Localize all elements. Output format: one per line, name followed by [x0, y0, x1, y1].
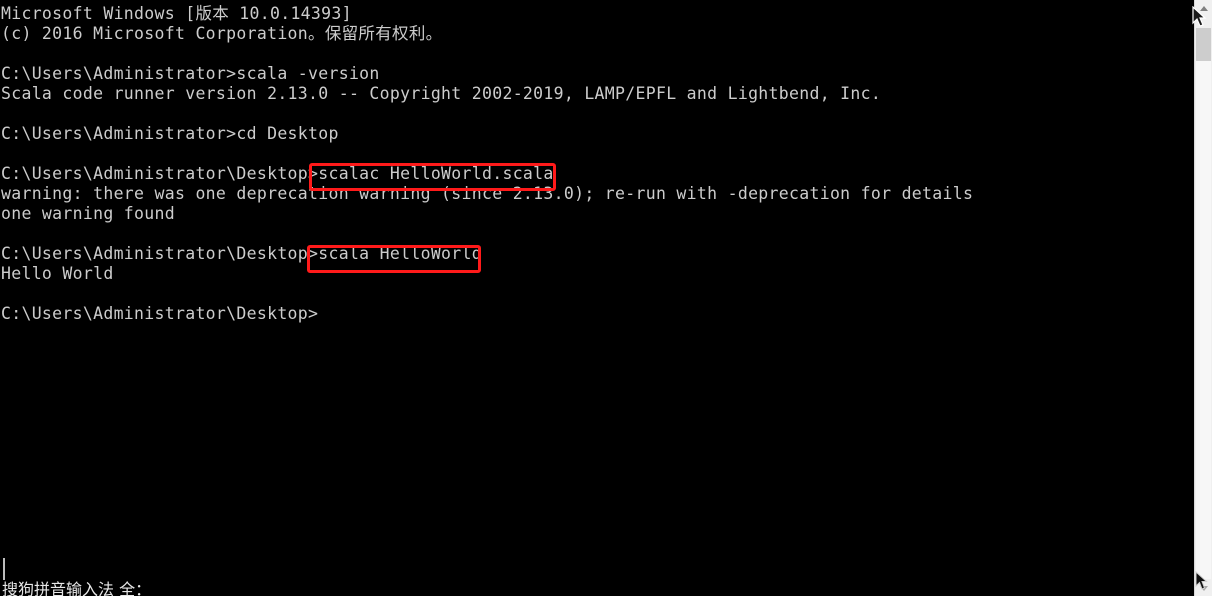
console-line: C:\Users\Administrator\Desktop>scala Hel…	[1, 244, 482, 263]
console-line: C:\Users\Administrator>scala -version	[1, 64, 380, 83]
scroll-down-arrow-icon	[1199, 585, 1208, 591]
console-line: C:\Users\Administrator>cd Desktop	[1, 124, 339, 143]
vertical-scrollbar[interactable]	[1194, 0, 1212, 596]
console-line: Scala code runner version 2.13.0 -- Copy…	[1, 84, 882, 103]
scroll-down-button[interactable]	[1195, 579, 1212, 596]
console-line: warning: there was one deprecation warni…	[1, 184, 974, 203]
console-line: (c) 2016 Microsoft Corporation。保留所有权利。	[1, 24, 443, 43]
console-line: Hello World	[1, 264, 114, 283]
scroll-up-button[interactable]	[1195, 0, 1212, 17]
console-line: one warning found	[1, 204, 175, 223]
scroll-up-arrow-icon	[1199, 5, 1208, 11]
ime-status-bar[interactable]: 搜狗拼音输入法 全：	[0, 578, 151, 596]
scrollbar-thumb[interactable]	[1196, 28, 1211, 61]
scrollbar-track[interactable]	[1196, 61, 1211, 579]
text-caret	[3, 558, 5, 580]
console-line: Microsoft Windows [版本 10.0.14393]	[1, 4, 352, 23]
screen: Microsoft Windows [版本 10.0.14393] (c) 201…	[0, 0, 1212, 596]
console-line: C:\Users\Administrator\Desktop>	[1, 304, 319, 323]
console-output[interactable]: Microsoft Windows [版本 10.0.14393] (c) 201…	[0, 0, 1194, 596]
console-line: C:\Users\Administrator\Desktop>scalac He…	[1, 164, 554, 183]
